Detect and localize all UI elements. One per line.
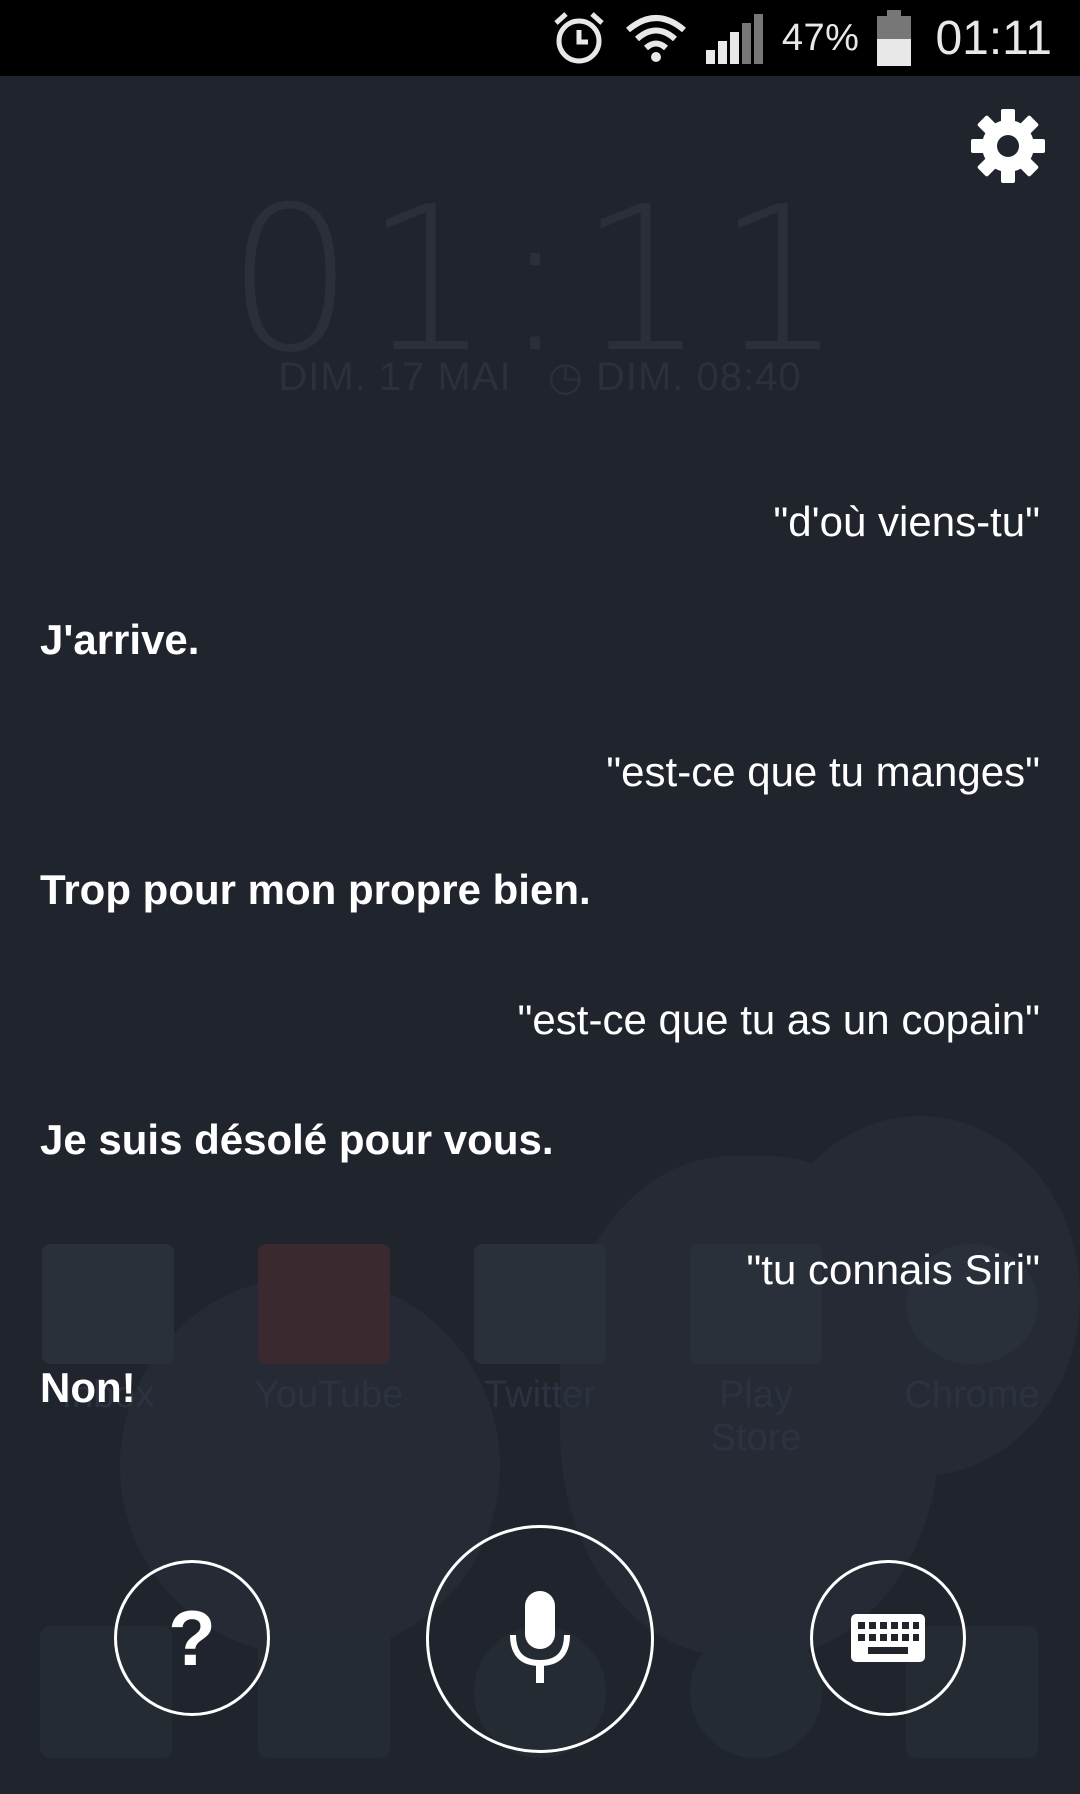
- assistant-reply: J'arrive.: [40, 616, 200, 663]
- assistant-reply: Non!: [40, 1364, 136, 1411]
- help-label: ?: [168, 1593, 216, 1682]
- keyboard-button[interactable]: [810, 1560, 966, 1716]
- help-button[interactable]: ?: [114, 1560, 270, 1716]
- assistant-reply: Je suis désolé pour vous.: [40, 1116, 554, 1163]
- keyboard-icon: [851, 1614, 925, 1662]
- user-query: "est-ce que tu as un copain": [517, 996, 1040, 1043]
- assistant-reply: Trop pour mon propre bien.: [40, 866, 591, 913]
- microphone-button[interactable]: [426, 1525, 654, 1753]
- user-query: "est-ce que tu manges": [606, 748, 1040, 795]
- microphone-icon: [510, 1591, 570, 1683]
- user-query: "tu connais Siri": [746, 1246, 1040, 1293]
- user-query: "d'où viens-tu": [773, 498, 1040, 545]
